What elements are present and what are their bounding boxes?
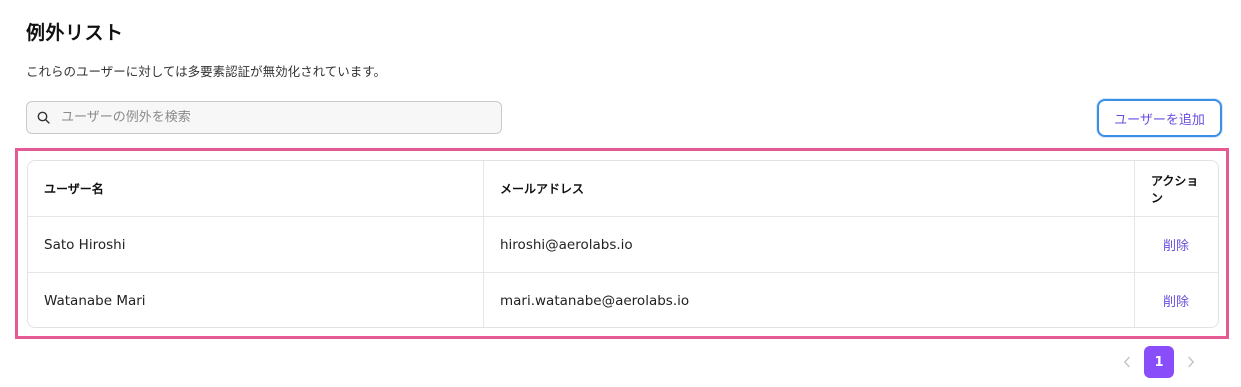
action-cell: 削除: [1135, 273, 1219, 328]
add-user-button[interactable]: ユーザーを追加: [1097, 99, 1222, 137]
user-name-cell: Watanabe Mari: [28, 272, 484, 327]
table-header-row: ユーザー名 メールアドレス アクション: [28, 161, 1218, 217]
page-title: 例外リスト: [26, 22, 124, 44]
pagination: 1: [1115, 346, 1203, 378]
user-name-cell: Sato Hiroshi: [28, 216, 484, 273]
delete-button[interactable]: 削除: [1151, 239, 1189, 254]
column-header-username: ユーザー名: [28, 161, 484, 217]
delete-button[interactable]: 削除: [1151, 295, 1189, 310]
column-header-email: メールアドレス: [483, 161, 1135, 217]
page-description: これらのユーザーに対しては多要素認証が無効化されています。: [26, 64, 387, 79]
table-row: Sato Hiroshi hiroshi@aerolabs.io 削除: [28, 216, 1218, 273]
chevron-left-icon: [1123, 353, 1131, 372]
email-cell: hiroshi@aerolabs.io: [483, 216, 1135, 273]
exceptions-table: ユーザー名 メールアドレス アクション Sato Hiroshi hiroshi…: [27, 160, 1219, 328]
chevron-right-icon: [1187, 353, 1195, 372]
column-header-action: アクション: [1134, 161, 1218, 217]
next-page-button[interactable]: [1179, 346, 1203, 378]
action-cell: 削除: [1134, 216, 1218, 273]
search-input[interactable]: [61, 110, 481, 125]
previous-page-button[interactable]: [1115, 346, 1139, 378]
email-cell: mari.watanabe@aerolabs.io: [483, 272, 1135, 327]
table-row: Watanabe Mari mari.watanabe@aerolabs.io …: [28, 272, 1219, 328]
page-number-button[interactable]: 1: [1144, 346, 1174, 378]
search-bar[interactable]: [26, 101, 502, 134]
search-icon: [37, 111, 51, 125]
